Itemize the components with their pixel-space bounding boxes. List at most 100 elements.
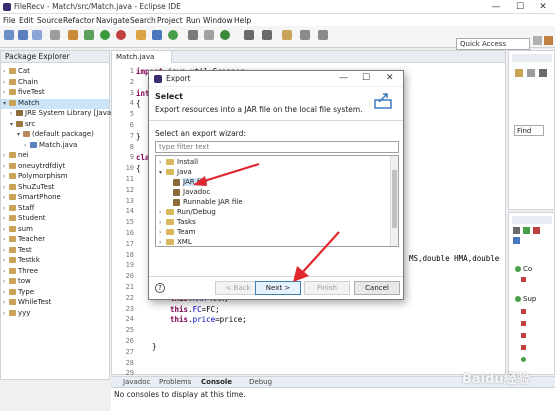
outline-panel: Co Sup <box>508 212 555 375</box>
new-task-icon[interactable] <box>515 69 523 77</box>
tree-item[interactable]: › Polymorphism <box>1 172 109 182</box>
minimize-button[interactable]: — <box>484 0 508 14</box>
run-icon[interactable] <box>100 30 110 40</box>
collapse-icon[interactable] <box>539 69 547 77</box>
cancel-button[interactable]: Cancel <box>354 281 400 295</box>
menu-navigate[interactable]: Navigate <box>96 16 130 25</box>
dialog-minimize-button[interactable]: — <box>339 73 348 83</box>
forward-icon[interactable] <box>318 30 328 40</box>
menu-search[interactable]: Search <box>130 16 156 25</box>
tree-item[interactable]: ▾ Match <box>1 98 109 109</box>
tab-console[interactable]: Console <box>201 378 232 386</box>
menu-project[interactable]: Project <box>157 16 183 25</box>
filter-input[interactable]: type filter text <box>155 141 399 153</box>
tree-item[interactable]: › tow <box>1 277 109 287</box>
menu-edit[interactable]: Edit <box>19 16 34 25</box>
tree-item[interactable]: ▾ src <box>1 120 109 130</box>
tree-item[interactable]: › fiveTest <box>1 88 109 98</box>
debug-icon[interactable] <box>84 30 94 40</box>
dialog-close-button[interactable]: ✕ <box>386 73 394 83</box>
tab-problems[interactable]: Problems <box>159 378 191 386</box>
external-tools-icon[interactable] <box>116 30 126 40</box>
tree-item[interactable]: ▾ (default package) <box>1 130 109 140</box>
tree-item[interactable]: › Staff <box>1 204 109 214</box>
save-all-icon[interactable] <box>32 30 42 40</box>
open-perspective-icon[interactable] <box>533 36 542 45</box>
collapsed-chevron-icon[interactable]: › <box>159 239 166 246</box>
quick-access-input[interactable]: Quick Access <box>456 38 530 50</box>
java-perspective-icon[interactable] <box>544 36 553 45</box>
line-number: 14 <box>125 207 134 216</box>
wizard-tree-scrollbar[interactable] <box>390 156 398 246</box>
search-icon[interactable] <box>204 30 214 40</box>
find-input[interactable]: Find <box>514 125 544 136</box>
menu-source[interactable]: Source <box>37 16 63 25</box>
next-annotation-icon[interactable] <box>244 30 254 40</box>
collapsed-chevron-icon[interactable]: › <box>159 159 166 166</box>
tree-item[interactable]: › oneuytrdfdiyt <box>1 162 109 172</box>
collapsed-chevron-icon[interactable]: › <box>159 209 166 216</box>
menu-window[interactable]: Window <box>203 16 233 25</box>
help-icon[interactable]: ? <box>155 283 165 293</box>
dialog-maximize-button[interactable]: ☐ <box>362 73 370 83</box>
tree-item[interactable]: › Match.java <box>1 141 109 151</box>
tree-item-label: yyy <box>18 308 31 317</box>
filter-icon[interactable] <box>527 69 535 77</box>
scrollbar-thumb[interactable] <box>392 170 397 228</box>
title-bar: FileRecv - Match/src/Match.java - Eclips… <box>0 0 555 14</box>
maximize-button[interactable]: ☐ <box>508 0 532 14</box>
new-icon[interactable] <box>4 30 14 40</box>
new-java-project-icon[interactable] <box>136 30 146 40</box>
wizard-item[interactable]: › Run/Debug <box>159 208 216 218</box>
collapsed-chevron-icon[interactable]: › <box>159 219 166 226</box>
tree-item[interactable]: › SmartPhone <box>1 193 109 203</box>
tree-item[interactable]: › Testkk <box>1 256 109 266</box>
tree-item[interactable]: › WhileTest <box>1 298 109 308</box>
run-last-icon[interactable] <box>220 30 230 40</box>
new-package-icon[interactable] <box>152 30 162 40</box>
tree-item[interactable]: › Teacher <box>1 235 109 245</box>
tree-item[interactable]: › yyy <box>1 309 109 319</box>
line-number: 3 <box>129 88 134 97</box>
editor-tab-match-java[interactable]: Match.java <box>112 51 172 63</box>
wizard-item[interactable]: Runnable JAR file <box>173 198 243 208</box>
last-edit-icon[interactable] <box>282 30 292 40</box>
expanded-chevron-icon[interactable]: ▾ <box>159 169 166 176</box>
menu-run[interactable]: Run <box>186 16 200 25</box>
outline-item-sup[interactable]: Sup <box>523 295 536 303</box>
tree-item[interactable]: › nei <box>1 151 109 161</box>
menu-help[interactable]: Help <box>234 16 251 25</box>
tree-item[interactable]: › Student <box>1 214 109 224</box>
outline-item-co[interactable]: Co <box>523 265 532 273</box>
wizard-item[interactable]: › XML <box>159 238 192 246</box>
hide-fields-icon[interactable] <box>523 227 530 234</box>
sort-icon[interactable] <box>513 227 520 234</box>
new-class-icon[interactable] <box>168 30 178 40</box>
tree-item[interactable]: › Three <box>1 267 109 277</box>
close-button[interactable]: ✕ <box>531 0 555 14</box>
print-icon[interactable] <box>50 30 60 40</box>
prev-annotation-icon[interactable] <box>262 30 272 40</box>
hide-nonpublic-icon[interactable] <box>513 237 520 244</box>
tree-item[interactable]: › Chain <box>1 78 109 88</box>
tree-item[interactable]: › Test <box>1 246 109 256</box>
tree-item[interactable]: › sum <box>1 225 109 235</box>
line-number: 19 <box>125 261 134 270</box>
wizard-item[interactable]: › Team <box>159 228 196 238</box>
tree-item[interactable]: › ShuZuTest <box>1 183 109 193</box>
collapsed-chevron-icon[interactable]: › <box>159 229 166 236</box>
build-icon[interactable] <box>68 30 78 40</box>
tab-javadoc[interactable]: Javadoc <box>123 378 150 386</box>
hide-static-icon[interactable] <box>533 227 540 234</box>
save-icon[interactable] <box>18 30 28 40</box>
tab-debug[interactable]: Debug <box>249 378 272 386</box>
wizard-item[interactable]: › Tasks <box>159 218 196 228</box>
open-type-icon[interactable] <box>188 30 198 40</box>
tree-item[interactable]: › JRE System Library [JavaSE <box>1 109 120 119</box>
tree-item[interactable]: › Cat <box>1 67 109 77</box>
menu-file[interactable]: File <box>3 16 16 25</box>
tree-item[interactable]: › Type <box>1 288 109 298</box>
tree-item-label: JRE System Library [JavaSE <box>25 109 120 117</box>
back-icon[interactable] <box>300 30 310 40</box>
menu-refactor[interactable]: Refactor <box>63 16 94 25</box>
